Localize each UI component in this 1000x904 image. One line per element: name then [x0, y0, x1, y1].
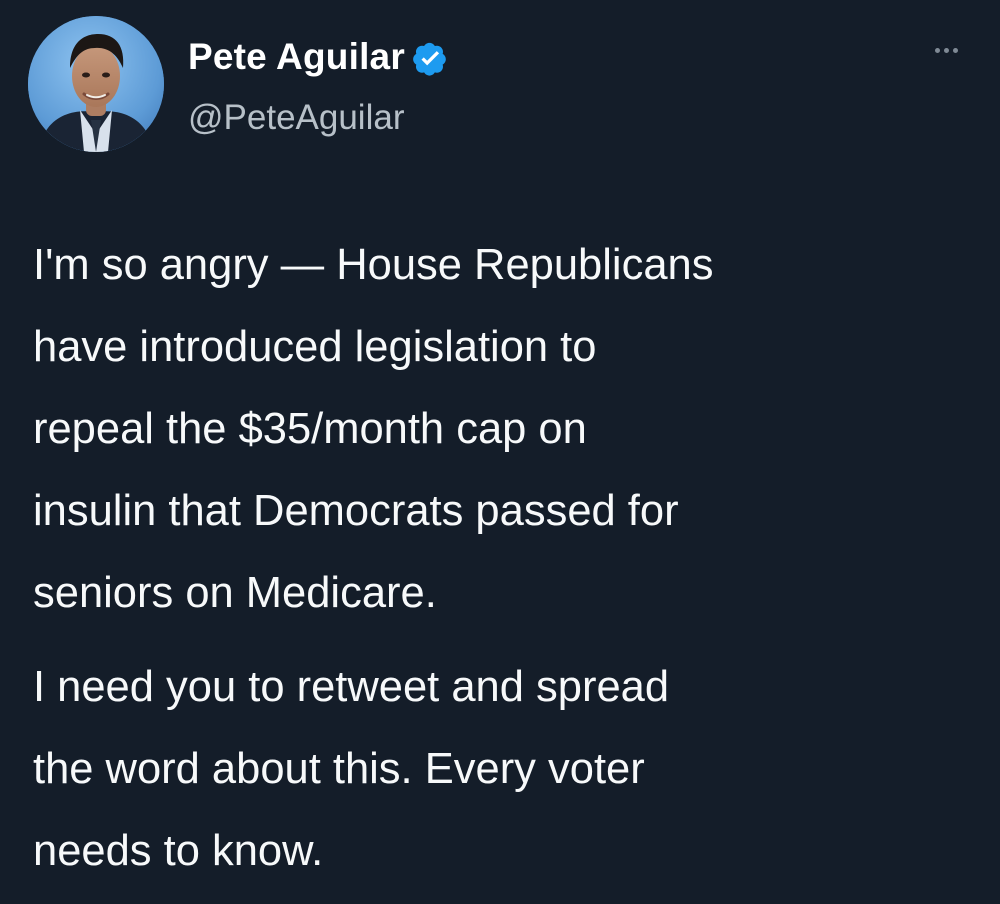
tweet-paragraph-1: I'm so angry — House Republicans have in… — [33, 241, 714, 617]
tweet-card: Pete Aguilar @PeteAguilar I'm so angry —… — [0, 0, 1000, 904]
more-dot — [943, 47, 949, 53]
verified-badge-icon — [413, 41, 448, 76]
avatar[interactable] — [28, 16, 164, 152]
tweet-body: I'm so angry — House Republicans have in… — [33, 224, 973, 892]
more-dot — [934, 47, 940, 53]
tweet-paragraph-2: I need you to retweet and spread the wor… — [33, 663, 670, 875]
author-display-name[interactable]: Pete Aguilar — [188, 36, 405, 78]
more-dot — [952, 47, 958, 53]
avatar-image — [28, 16, 164, 152]
author-handle[interactable]: @PeteAguilar — [188, 98, 404, 138]
author-name-row: Pete Aguilar — [188, 36, 448, 78]
more-options-icon[interactable] — [926, 38, 966, 62]
tweet-header: Pete Aguilar @PeteAguilar — [28, 16, 970, 152]
